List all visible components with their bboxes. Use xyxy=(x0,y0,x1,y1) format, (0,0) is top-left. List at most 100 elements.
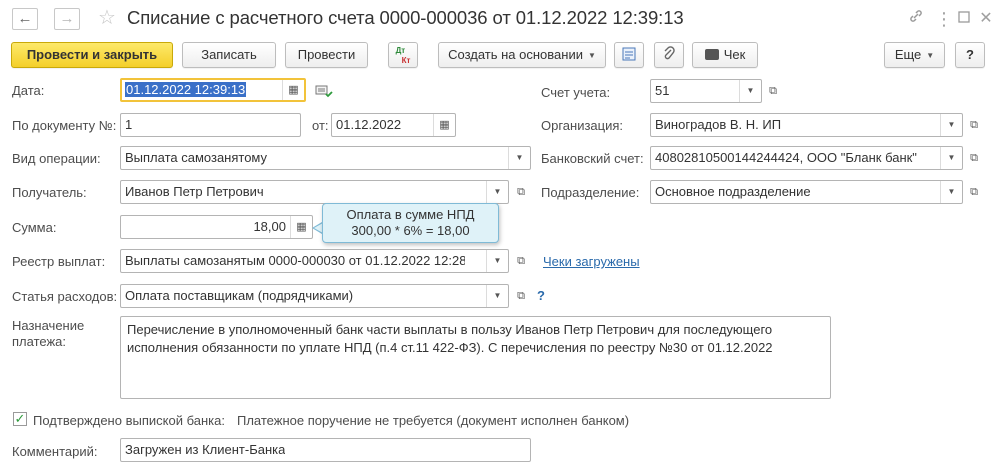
receipts-loaded-link[interactable]: Чеки загружены xyxy=(543,254,640,269)
amount-field[interactable]: 18,00 ▦ xyxy=(120,215,313,239)
operation-label: Вид операции: xyxy=(12,151,101,166)
doc-date-field[interactable]: 01.12.2022 ▦ xyxy=(331,113,456,137)
expense-item-label: Статья расходов: xyxy=(12,289,118,304)
link-icon[interactable] xyxy=(905,8,927,30)
doc-number-field[interactable]: 1 xyxy=(120,113,301,137)
chevron-down-icon[interactable]: ▼ xyxy=(486,285,508,307)
account-label: Счет учета: xyxy=(541,85,611,100)
tooltip-line1: Оплата в сумме НПД xyxy=(346,207,475,222)
confirmed-label: Подтверждено выпиской банка: xyxy=(33,413,225,428)
paperclip-icon xyxy=(662,46,676,62)
close-icon[interactable]: ✕ xyxy=(975,8,997,30)
recipient-value: Иванов Петр Петрович xyxy=(125,184,264,199)
dt-label: Дт xyxy=(395,46,406,55)
create-based-on-label: Создать на основании xyxy=(448,47,583,62)
printer-icon xyxy=(704,49,719,60)
department-select[interactable]: Основное подразделение ▼ xyxy=(650,180,963,204)
calendar-icon[interactable]: ▦ xyxy=(433,114,455,136)
menu-kebab-icon[interactable]: ⋮ xyxy=(933,8,955,30)
forward-button[interactable]: → xyxy=(54,8,80,30)
open-registry-icon[interactable]: ⧉ xyxy=(511,250,531,272)
chevron-down-icon[interactable]: ▼ xyxy=(940,181,962,203)
arrow-left-icon: ← xyxy=(17,10,33,27)
more-label: Еще xyxy=(894,47,922,62)
chevron-down-icon[interactable]: ▼ xyxy=(508,147,530,169)
structure-button[interactable] xyxy=(614,42,644,68)
purpose-label: Назначение платежа: xyxy=(12,318,84,350)
amount-tooltip: Оплата в сумме НПД 300,00 * 6% = 18,00 xyxy=(322,203,499,243)
open-account-icon[interactable]: ⧉ xyxy=(763,80,783,102)
comment-field[interactable]: Загружен из Клиент-Банка xyxy=(120,438,531,462)
open-expense-item-icon[interactable]: ⧉ xyxy=(511,285,531,307)
account-value: 51 xyxy=(655,83,670,98)
post-and-close-button[interactable]: Провести и закрыть xyxy=(11,42,173,68)
amount-label: Сумма: xyxy=(12,220,57,235)
calculator-icon[interactable]: ▦ xyxy=(290,216,312,238)
chevron-down-icon: ▼ xyxy=(926,51,935,60)
department-label: Подразделение: xyxy=(541,185,640,200)
purpose-label-line1: Назначение xyxy=(12,318,85,333)
favorite-star-icon[interactable]: ☆ xyxy=(98,7,116,29)
comment-label: Комментарий: xyxy=(12,444,98,459)
operation-select[interactable]: Выплата самозанятому ▼ xyxy=(120,146,531,170)
document-structure-icon xyxy=(621,47,637,62)
help-button[interactable]: ? xyxy=(955,42,985,68)
chevron-down-icon[interactable]: ▼ xyxy=(940,114,962,136)
back-button[interactable]: ← xyxy=(12,8,38,30)
page-title: Списание с расчетного счета 0000-000036 … xyxy=(127,7,684,28)
tooltip-line2: 300,00 * 6% = 18,00 xyxy=(351,223,470,238)
registry-label: Реестр выплат: xyxy=(12,254,106,269)
open-recipient-icon[interactable]: ⧉ xyxy=(511,181,531,203)
organization-select[interactable]: Виноградов В. Н. ИП ▼ xyxy=(650,113,963,137)
expense-item-value: Оплата поставщикам (подрядчиками) xyxy=(125,288,354,303)
comment-value: Загружен из Клиент-Банка xyxy=(125,442,286,457)
chevron-down-icon[interactable]: ▼ xyxy=(486,250,508,272)
open-organization-icon[interactable]: ⧉ xyxy=(964,114,984,136)
expense-help-link[interactable]: ? xyxy=(537,288,545,303)
open-department-icon[interactable]: ⧉ xyxy=(964,181,984,203)
check-button[interactable]: Чек xyxy=(692,42,758,68)
confirmed-note: Платежное поручение не требуется (докуме… xyxy=(237,413,630,428)
recipient-select[interactable]: Иванов Петр Петрович ▼ xyxy=(120,180,509,204)
dt-kt-icon: Дт Кт xyxy=(396,46,411,66)
post-button[interactable]: Провести xyxy=(285,42,368,68)
doc-date-label: от: xyxy=(312,118,329,133)
recipient-label: Получатель: xyxy=(12,185,87,200)
date-history-icon[interactable] xyxy=(315,84,333,101)
bank-account-label: Банковский счет: xyxy=(541,151,644,166)
checkmark-icon: ✓ xyxy=(14,411,26,426)
organization-value: Виноградов В. Н. ИП xyxy=(655,117,782,132)
arrow-right-icon: → xyxy=(59,10,75,27)
organization-label: Организация: xyxy=(541,118,624,133)
open-bank-account-icon[interactable]: ⧉ xyxy=(964,147,984,169)
purpose-line1: Перечисление в уполномоченный банк части… xyxy=(127,322,773,337)
dt-kt-button[interactable]: Дт Кт xyxy=(388,42,418,68)
expense-item-select[interactable]: Оплата поставщикам (подрядчиками) ▼ xyxy=(120,284,509,308)
save-button[interactable]: Записать xyxy=(182,42,276,68)
create-based-on-button[interactable]: Создать на основании ▼ xyxy=(438,42,606,68)
check-label: Чек xyxy=(723,47,746,62)
calendar-icon[interactable]: ▦ xyxy=(282,80,304,100)
operation-value: Выплата самозанятому xyxy=(125,150,268,165)
purpose-line2: исполнения обязанности по уплате НПД (п.… xyxy=(127,340,773,355)
maximize-icon[interactable] xyxy=(953,8,975,30)
doc-date-value: 01.12.2022 xyxy=(336,117,402,132)
chevron-down-icon: ▼ xyxy=(587,51,596,60)
department-value: Основное подразделение xyxy=(655,184,811,199)
chevron-down-icon[interactable]: ▼ xyxy=(739,80,761,102)
doc-number-label: По документу №: xyxy=(12,118,117,133)
chevron-down-icon[interactable]: ▼ xyxy=(940,147,962,169)
more-button[interactable]: Еще ▼ xyxy=(884,42,945,68)
date-field[interactable]: 01.12.2022 12:39:13 ▦ xyxy=(120,78,306,102)
chevron-down-icon[interactable]: ▼ xyxy=(486,181,508,203)
registry-select[interactable]: Выплаты самозанятым 0000-000030 от 01.12… xyxy=(120,249,509,273)
purpose-textarea[interactable]: Перечисление в уполномоченный банк части… xyxy=(120,316,831,399)
doc-number-value: 1 xyxy=(125,117,133,132)
account-select[interactable]: 51 ▼ xyxy=(650,79,762,103)
amount-value: 18,00 xyxy=(253,219,286,234)
bank-account-value: 40802810500144244424, ООО "Бланк банк" xyxy=(655,150,917,165)
kt-label: Кт xyxy=(401,56,411,65)
confirmed-checkbox[interactable]: ✓ xyxy=(13,412,27,426)
attachments-button[interactable] xyxy=(654,42,684,68)
bank-account-select[interactable]: 40802810500144244424, ООО "Бланк банк" ▼ xyxy=(650,146,963,170)
